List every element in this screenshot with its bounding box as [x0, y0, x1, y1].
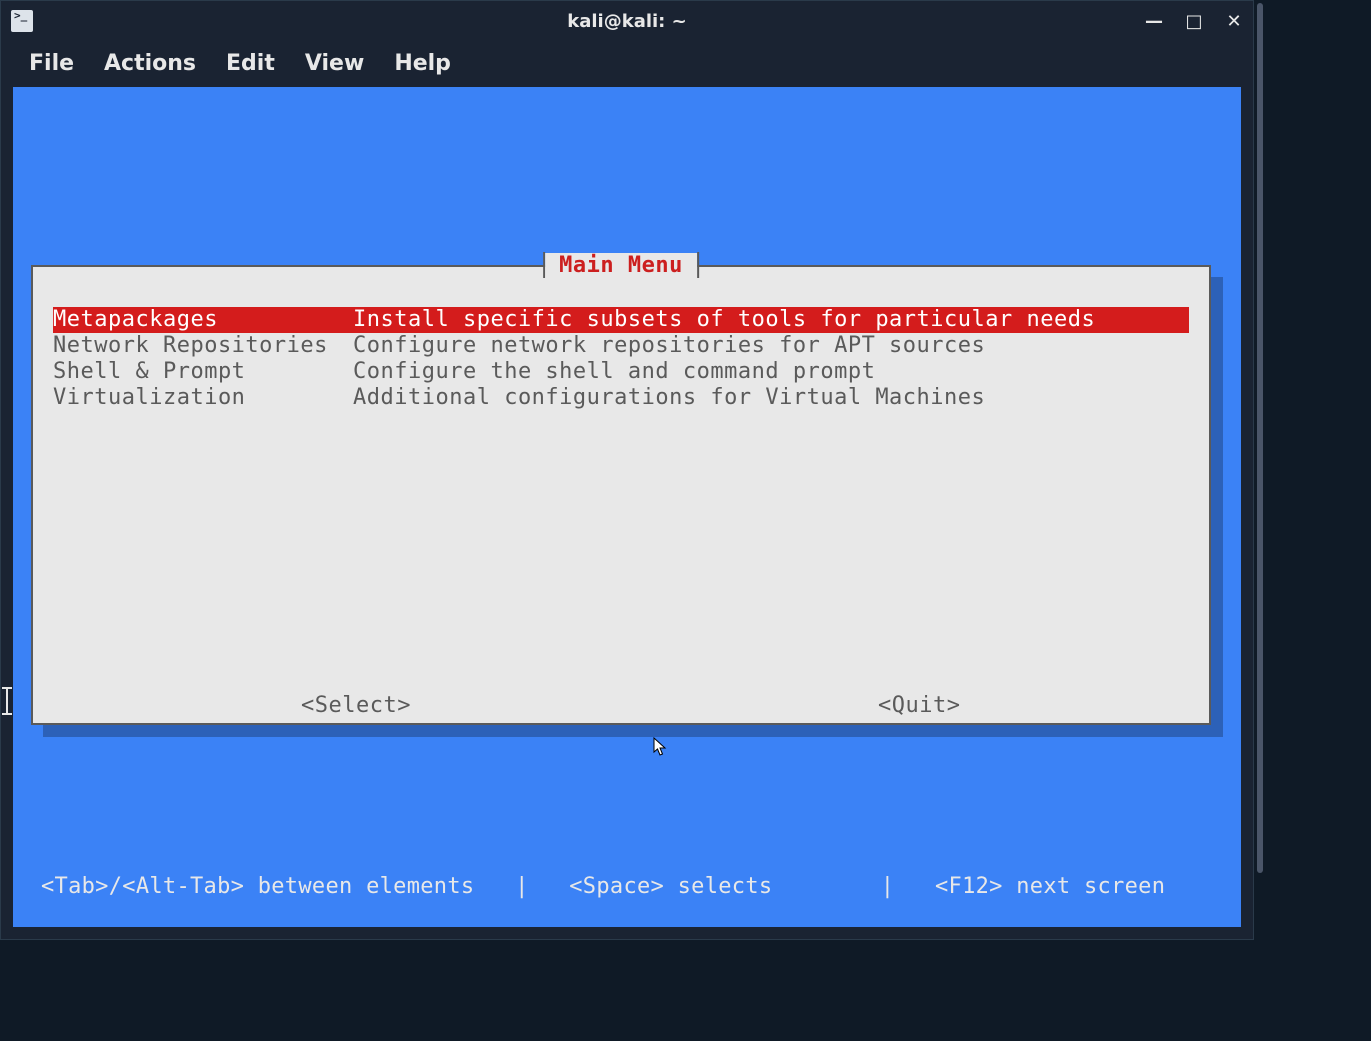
menu-file[interactable]: File	[29, 51, 74, 76]
menu-edit[interactable]: Edit	[226, 51, 275, 76]
tui-dialog: Main Menu Metapackages Install specific …	[31, 265, 1211, 725]
terminal-viewport[interactable]: Main Menu Metapackages Install specific …	[13, 87, 1241, 927]
menu-item-desc: Configure the shell and command prompt	[353, 359, 1189, 385]
tui-title-wrap: Main Menu	[543, 252, 699, 278]
menu-item-desc: Configure network repositories for APT s…	[353, 333, 1189, 359]
close-icon[interactable]: ✕	[1225, 11, 1243, 32]
menu-item-virtualization[interactable]: Virtualization Additional configurations…	[53, 385, 1189, 411]
tui-title: Main Menu	[545, 253, 697, 278]
menu-item-desc: Additional configurations for Virtual Ma…	[353, 385, 1189, 411]
menu-item-shell-prompt[interactable]: Shell & Prompt Configure the shell and c…	[53, 359, 1189, 385]
maximize-icon[interactable]: □	[1185, 11, 1203, 32]
tui-menu-list: Metapackages Install specific subsets of…	[53, 307, 1189, 411]
menu-help[interactable]: Help	[394, 51, 451, 76]
menu-item-name: Virtualization	[53, 385, 353, 411]
menu-item-name: Network Repositories	[53, 333, 353, 359]
menu-item-network-repositories[interactable]: Network Repositories Configure network r…	[53, 333, 1189, 359]
terminal-icon	[11, 10, 33, 32]
menu-item-metapackages[interactable]: Metapackages Install specific subsets of…	[53, 307, 1189, 333]
scrollbar[interactable]	[1257, 3, 1263, 873]
menu-actions[interactable]: Actions	[104, 51, 196, 76]
menubar: File Actions Edit View Help	[1, 41, 1253, 85]
text-cursor-icon	[6, 688, 8, 714]
menu-item-desc: Install specific subsets of tools for pa…	[353, 307, 1189, 333]
window-controls: — □ ✕	[1145, 11, 1243, 32]
select-button[interactable]: <Select>	[301, 693, 411, 718]
terminal-window: kali@kali: ~ — □ ✕ File Actions Edit Vie…	[0, 0, 1254, 940]
titlebar: kali@kali: ~ — □ ✕	[1, 1, 1253, 41]
tui-title-bar-right	[697, 252, 699, 278]
mouse-cursor-icon	[653, 737, 669, 759]
menu-item-name: Shell & Prompt	[53, 359, 353, 385]
menu-view[interactable]: View	[305, 51, 364, 76]
window-title: kali@kali: ~	[567, 11, 686, 32]
quit-button[interactable]: <Quit>	[878, 693, 960, 718]
hint-bar: <Tab>/<Alt-Tab> between elements | <Spac…	[41, 874, 1221, 899]
minimize-icon[interactable]: —	[1145, 11, 1163, 32]
menu-item-name: Metapackages	[53, 307, 353, 333]
